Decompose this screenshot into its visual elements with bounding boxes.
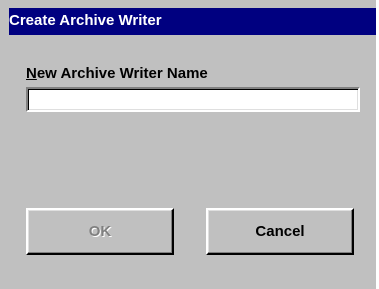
label-text: ew Archive Writer Name: [36, 65, 208, 82]
label-accelerator-key: N: [26, 65, 37, 82]
create-archive-writer-dialog: Create Archive Writer New Archive Writer…: [0, 0, 376, 289]
ok-button[interactable]: OK: [26, 208, 174, 255]
archive-writer-name-label: New Archive Writer Name: [26, 65, 208, 82]
window-title: Create Archive Writer: [9, 12, 162, 29]
cancel-button[interactable]: Cancel: [206, 208, 354, 255]
archive-writer-name-input[interactable]: [26, 87, 360, 112]
dialog-client-area: New Archive Writer Name OK Cancel: [9, 35, 376, 289]
title-bar[interactable]: Create Archive Writer: [9, 8, 376, 35]
